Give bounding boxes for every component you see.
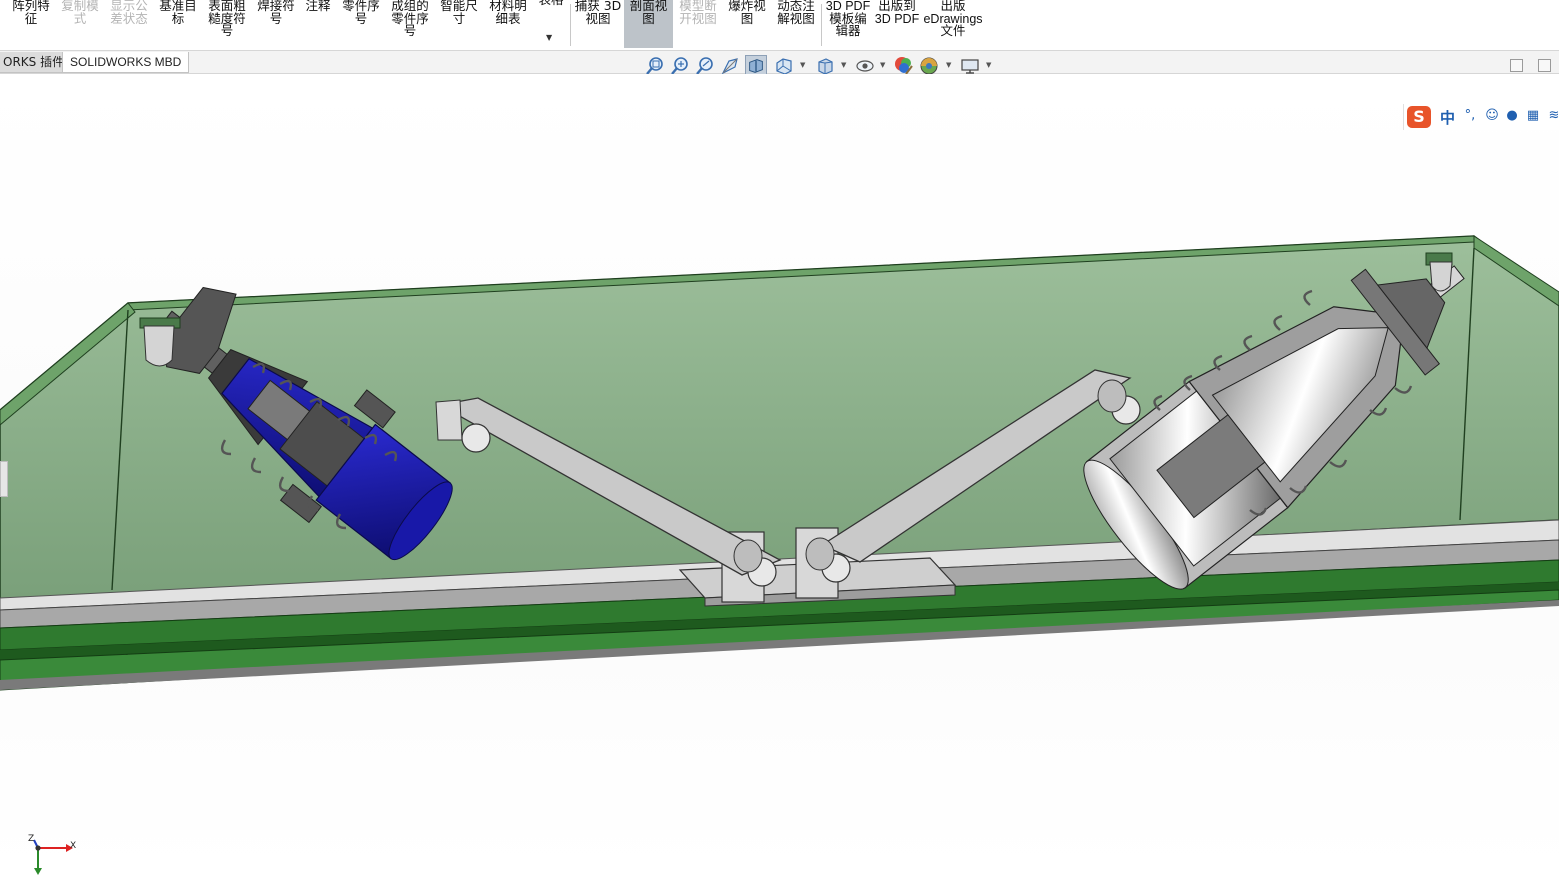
skin-icon[interactable]: ≋ [1546, 108, 1559, 124]
dynamic-annotation-view-button[interactable]: 动态注 解视图 [773, 0, 819, 48]
expand-right-panel-icon[interactable] [1538, 59, 1551, 72]
weld-symbol-button[interactable]: 焊接符 号 [253, 0, 299, 48]
smart-dimension-button[interactable]: 智能尺 寸 [436, 0, 482, 48]
command-manager-ribbon: 阵列特 征 复制模 式 显示公 差状态 基准目 标 表面粗 糙度符 号 焊接符 … [0, 0, 1559, 51]
publish-3d-pdf-button[interactable]: 出版到 3D PDF [874, 0, 920, 48]
graphics-area[interactable] [0, 74, 1559, 875]
stacked-balloon-button[interactable]: 成组的 零件序 号 [387, 0, 433, 48]
show-tolerance-status-button[interactable]: 显示公 差状态 [106, 0, 152, 48]
assembly-model-view[interactable] [0, 74, 1559, 875]
table-dropdown-icon[interactable]: ▼ [546, 33, 552, 42]
surface-finish-button[interactable]: 表面粗 糙度符 号 [204, 0, 250, 48]
hide-show-dropdown-icon[interactable]: ▼ [880, 61, 885, 69]
emoji-icon[interactable]: ☺ [1484, 108, 1500, 124]
note-button[interactable]: 注释 [300, 0, 336, 48]
capture-3d-view-button[interactable]: 捕获 3D 视图 [574, 0, 622, 48]
ribbon-separator [570, 4, 571, 46]
tab-solidworks-mbd[interactable]: SOLIDWORKS MBD [62, 52, 190, 73]
sogou-logo-icon[interactable]: S [1407, 106, 1431, 128]
microphone-icon[interactable]: ● [1504, 108, 1520, 124]
publish-edrawings-button[interactable]: 出版 eDrawings 文件 [923, 0, 983, 48]
datum-target-button[interactable]: 基准目 标 [155, 0, 201, 48]
ribbon-separator [821, 4, 822, 46]
collapse-left-panel-icon[interactable] [1510, 59, 1523, 72]
pattern-feature-button[interactable]: 阵列特 征 [8, 0, 54, 48]
triad-z-label: Z [28, 834, 35, 844]
copy-scheme-button[interactable]: 复制模 式 [57, 0, 103, 48]
feature-tree-splitter-handle[interactable] [0, 461, 8, 497]
ime-toolbar[interactable]: S 中 °, ☺ ● ▦ ≋ [1403, 104, 1559, 130]
view-settings-dropdown-icon[interactable]: ▼ [986, 61, 991, 69]
triad-x-label: X [70, 841, 77, 851]
apply-scene-dropdown-icon[interactable]: ▼ [946, 61, 951, 69]
model-break-view-button[interactable]: 模型断 开视图 [675, 0, 721, 48]
ime-mode-label[interactable]: 中 [1440, 107, 1455, 128]
balloon-button[interactable]: 零件序 号 [338, 0, 384, 48]
keyboard-icon[interactable]: ▦ [1525, 108, 1541, 124]
bill-of-materials-button[interactable]: 材料明 细表 [485, 0, 531, 48]
display-style-dropdown-icon[interactable]: ▼ [841, 61, 846, 69]
reference-triad: Z X [26, 834, 82, 876]
view-orientation-dropdown-icon[interactable]: ▼ [800, 61, 805, 69]
punctuation-icon[interactable]: °, [1462, 108, 1478, 124]
exploded-view-button[interactable]: 爆炸视 图 [724, 0, 770, 48]
section-view-button[interactable]: 剖面视 图 [624, 0, 673, 48]
3d-pdf-template-editor-button[interactable]: 3D PDF 模板编 辑器 [825, 0, 871, 48]
